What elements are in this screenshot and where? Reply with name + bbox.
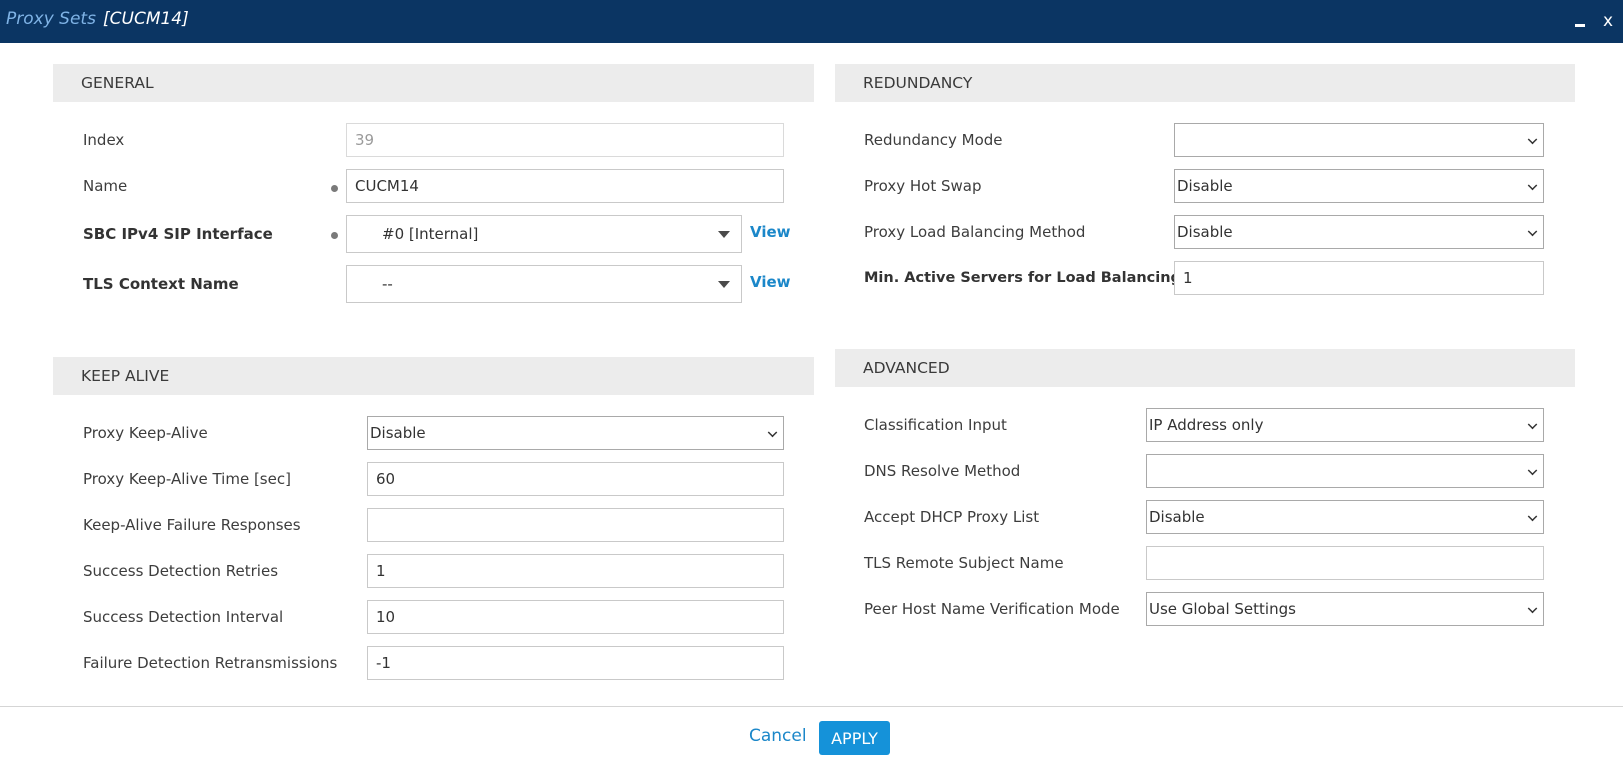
chevron-down-icon — [1527, 511, 1538, 522]
redundancy-section-header: REDUNDANCY — [835, 64, 1575, 102]
success-retries-field[interactable]: 1 — [367, 554, 784, 588]
keep-alive-section-header: KEEP ALIVE — [53, 357, 814, 395]
load-balancing-select[interactable]: Disable — [1174, 215, 1544, 249]
minimize-icon[interactable] — [1573, 8, 1587, 34]
index-label: Index — [83, 131, 125, 149]
failure-responses-field[interactable] — [367, 508, 784, 542]
caret-down-icon — [718, 231, 730, 238]
min-active-field[interactable]: 1 — [1174, 261, 1544, 295]
sip-interface-label: SBC IPv4 SIP Interface — [83, 225, 273, 243]
classification-value: IP Address only — [1149, 416, 1264, 434]
chevron-down-icon — [1527, 603, 1538, 614]
proxy-keep-alive-label: Proxy Keep-Alive — [83, 424, 208, 442]
redundancy-mode-select[interactable] — [1174, 123, 1544, 157]
success-retries-label: Success Detection Retries — [83, 562, 279, 580]
close-button[interactable]: x — [1603, 8, 1613, 34]
proxy-keep-alive-value: Disable — [370, 424, 426, 442]
classification-select[interactable]: IP Address only — [1146, 408, 1544, 442]
hot-swap-label: Proxy Hot Swap — [864, 177, 982, 195]
caret-down-icon — [718, 281, 730, 288]
name-field[interactable]: CUCM14 — [346, 169, 784, 203]
failure-responses-label: Keep-Alive Failure Responses — [83, 516, 301, 534]
index-field: 39 — [346, 123, 784, 157]
classification-label: Classification Input — [864, 416, 1007, 434]
peer-verification-label: Peer Host Name Verification Mode — [864, 600, 1120, 618]
peer-verification-value: Use Global Settings — [1149, 600, 1296, 618]
dhcp-list-value: Disable — [1149, 508, 1205, 526]
window-title: Proxy Sets — [6, 9, 96, 29]
chevron-down-icon — [1527, 419, 1538, 430]
success-interval-label: Success Detection Interval — [83, 608, 284, 626]
dns-method-label: DNS Resolve Method — [864, 462, 1021, 480]
general-section-header: GENERAL — [53, 64, 814, 102]
sip-interface-value: #0 [Internal] — [382, 225, 479, 243]
chevron-down-icon — [1527, 465, 1538, 476]
tls-context-label: TLS Context Name — [83, 275, 239, 293]
name-label: Name — [83, 177, 128, 195]
dhcp-list-select[interactable]: Disable — [1146, 500, 1544, 534]
success-interval-field[interactable]: 10 — [367, 600, 784, 634]
hot-swap-value: Disable — [1177, 177, 1233, 195]
dns-method-select[interactable] — [1146, 454, 1544, 488]
title-bar: Proxy Sets [CUCM14] x — [0, 0, 1623, 43]
cancel-button[interactable]: Cancel — [749, 726, 807, 746]
chevron-down-icon — [767, 427, 778, 438]
tls-context-view-link[interactable]: View — [750, 273, 791, 291]
tls-context-value: -- — [382, 275, 393, 293]
hot-swap-select[interactable]: Disable — [1174, 169, 1544, 203]
proxy-keep-alive-select[interactable]: Disable — [367, 416, 784, 450]
chevron-down-icon — [1527, 180, 1538, 191]
required-dot-icon — [331, 185, 338, 192]
apply-button[interactable]: APPLY — [819, 721, 890, 755]
advanced-section-header: ADVANCED — [835, 349, 1575, 387]
peer-verification-select[interactable]: Use Global Settings — [1146, 592, 1544, 626]
sip-interface-view-link[interactable]: View — [750, 223, 791, 241]
keep-alive-time-label: Proxy Keep-Alive Time [sec] — [83, 470, 291, 488]
keep-alive-time-field[interactable]: 60 — [367, 462, 784, 496]
chevron-down-icon — [1527, 226, 1538, 237]
sip-interface-select[interactable]: #0 [Internal] — [346, 215, 742, 253]
tls-subject-label: TLS Remote Subject Name — [864, 554, 1064, 572]
required-dot-icon — [331, 232, 338, 239]
dhcp-list-label: Accept DHCP Proxy List — [864, 508, 1040, 526]
window-subtitle: [CUCM14] — [103, 9, 189, 29]
redundancy-mode-label: Redundancy Mode — [864, 131, 1003, 149]
chevron-down-icon — [1527, 134, 1538, 145]
failure-retransmissions-field[interactable]: -1 — [367, 646, 784, 680]
min-active-label: Min. Active Servers for Load Balancing — [864, 270, 1181, 286]
load-balancing-value: Disable — [1177, 223, 1233, 241]
tls-subject-field[interactable] — [1146, 546, 1544, 580]
tls-context-select[interactable]: -- — [346, 265, 742, 303]
load-balancing-label: Proxy Load Balancing Method — [864, 223, 1086, 241]
failure-retransmissions-label: Failure Detection Retransmissions — [83, 654, 338, 672]
footer-divider — [0, 706, 1623, 707]
